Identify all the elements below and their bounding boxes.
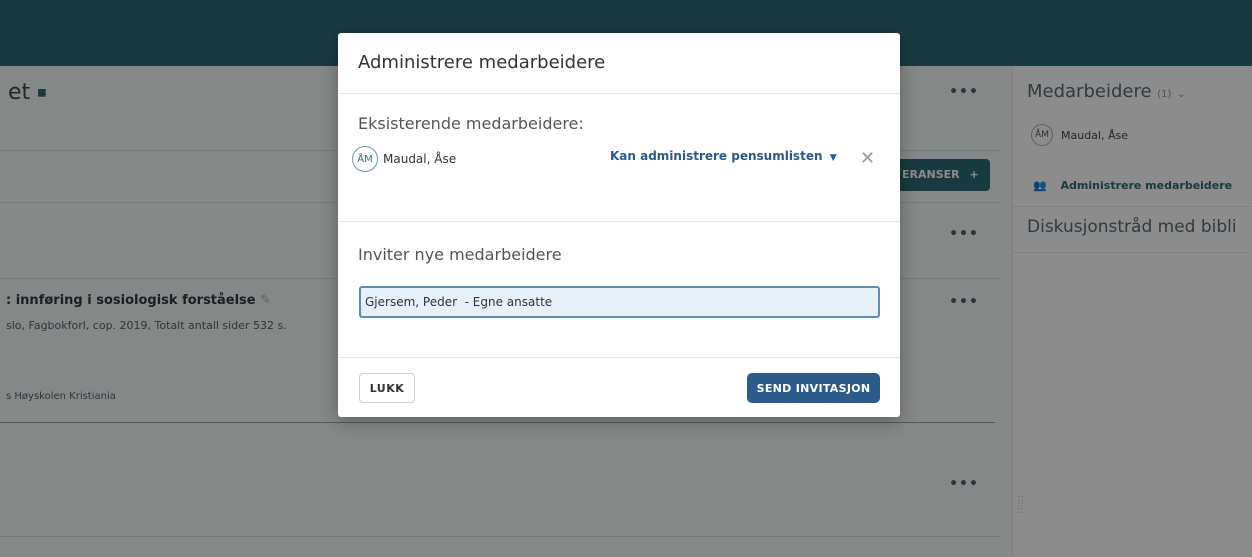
dialog-header: Administrere medarbeidere	[338, 33, 900, 94]
close-button[interactable]: LUKK	[359, 373, 415, 403]
existing-collaborators-section: Eksisterende medarbeidere: ÅM Maudal, Ås…	[338, 94, 900, 222]
collaborator-name: Maudal, Åse	[383, 152, 457, 166]
close-icon[interactable]: ✕	[860, 148, 875, 169]
invite-section: Inviter nye medarbeidere	[338, 222, 900, 358]
invite-heading: Inviter nye medarbeidere	[358, 245, 562, 264]
collaborator-row: ÅM Maudal, Åse Kan administrere pensumli…	[352, 146, 882, 172]
send-invitation-button[interactable]: SEND INVITASJON	[747, 373, 880, 403]
dialog-title: Administrere medarbeidere	[358, 52, 606, 73]
existing-collaborators-heading: Eksisterende medarbeidere:	[358, 114, 584, 133]
caret-down-icon: ▼	[829, 153, 837, 163]
permission-dropdown[interactable]: Kan administrere pensumlisten ▼	[610, 149, 837, 163]
manage-collaborators-dialog: Administrere medarbeidere Eksisterende m…	[338, 33, 900, 417]
invite-input[interactable]	[359, 286, 880, 318]
avatar: ÅM	[352, 146, 378, 172]
